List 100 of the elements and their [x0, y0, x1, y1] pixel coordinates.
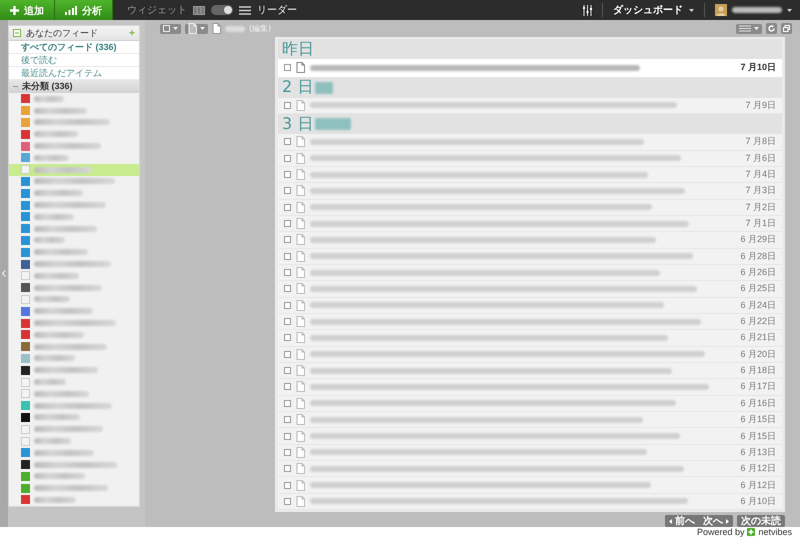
refresh-button[interactable] — [766, 23, 777, 34]
row-checkbox[interactable] — [284, 318, 291, 326]
blurred-text — [225, 26, 245, 32]
row-checkbox[interactable] — [284, 171, 291, 178]
add-button[interactable]: 追加 — [0, 0, 55, 21]
chevron-left-icon — [669, 518, 672, 524]
article-row[interactable]: 7 月4日 — [278, 166, 782, 184]
article-row[interactable]: 6 月12日 — [278, 477, 782, 494]
article-row[interactable]: 7 月9日 — [278, 98, 782, 114]
powered-by-text: Powered by — [696, 527, 744, 537]
article-row[interactable]: 6 月21日 — [278, 330, 782, 347]
article-row[interactable]: 6 月20日 — [278, 346, 782, 363]
sidebar-link[interactable]: すべてのフィード (336) — [9, 41, 139, 54]
analyze-button[interactable]: 分析 — [55, 0, 113, 21]
blurred-text — [34, 496, 76, 503]
article-row[interactable]: 7 月10日 — [278, 59, 782, 78]
row-checkbox[interactable] — [284, 236, 291, 244]
row-checkbox[interactable] — [284, 465, 291, 472]
article-date: 7 月1日 — [745, 217, 776, 230]
article-date: 6 月12日 — [740, 462, 776, 476]
document-icon — [296, 414, 305, 426]
blurred-text — [34, 379, 66, 386]
date-heading: 2 日 — [282, 77, 314, 98]
row-checkbox[interactable] — [284, 350, 291, 358]
article-row[interactable]: 6 月22日 — [278, 314, 782, 330]
article-row[interactable]: 7 月6日 — [278, 150, 782, 167]
caret-icon — [754, 27, 759, 30]
sliders-icon[interactable] — [583, 4, 592, 16]
view-dropdown[interactable] — [736, 24, 762, 34]
next-unread-button[interactable]: 次の未読 — [737, 515, 785, 527]
row-checkbox[interactable] — [284, 269, 291, 276]
article-date: 6 月26日 — [740, 266, 776, 280]
row-checkbox[interactable] — [284, 252, 291, 260]
blurred-text — [34, 108, 87, 114]
row-checkbox[interactable] — [284, 102, 291, 109]
document-icon — [296, 496, 305, 507]
article-row[interactable]: 6 月28日 — [278, 248, 782, 265]
row-checkbox[interactable] — [284, 416, 291, 424]
article-date: 6 月16日 — [740, 396, 776, 410]
row-checkbox[interactable] — [284, 367, 291, 374]
document-icon — [296, 446, 305, 458]
document-icon — [296, 234, 305, 246]
article-date: 6 月12日 — [740, 478, 776, 492]
view-toggle[interactable] — [211, 5, 233, 15]
row-checkbox[interactable] — [284, 64, 291, 72]
blurred-text — [34, 308, 93, 314]
refresh-icon — [768, 25, 775, 32]
document-icon — [296, 348, 305, 360]
window-button[interactable] — [781, 23, 792, 34]
article-row[interactable]: 6 月26日 — [278, 264, 782, 282]
category-row[interactable]: 未分類 (336) — [9, 80, 139, 93]
article-row[interactable]: 6 月25日 — [278, 281, 782, 298]
select-dropdown[interactable] — [160, 24, 181, 34]
row-checkbox[interactable] — [284, 302, 291, 309]
caret-icon[interactable] — [787, 8, 792, 12]
row-checkbox[interactable] — [284, 400, 291, 407]
row-checkbox[interactable] — [284, 448, 291, 456]
article-date: 6 月21日 — [740, 331, 776, 344]
article-row[interactable]: 7 月2日 — [278, 200, 782, 216]
sidebar-link[interactable]: 最近読んだアイテム — [9, 67, 139, 80]
bar-chart-icon — [65, 6, 77, 15]
blurred-text — [34, 154, 69, 161]
article-row[interactable]: 6 月12日 — [278, 461, 782, 478]
mark-dropdown[interactable] — [185, 24, 208, 34]
row-checkbox[interactable] — [284, 138, 291, 146]
article-row[interactable]: 6 月10日 — [278, 494, 782, 510]
blurred-text — [34, 367, 98, 374]
row-checkbox[interactable] — [284, 285, 291, 292]
article-row[interactable]: 7 月3日 — [278, 183, 782, 200]
row-checkbox[interactable] — [284, 498, 291, 505]
article-row[interactable]: 6 月15日 — [278, 412, 782, 428]
reader-label[interactable]: リーダー — [257, 3, 297, 17]
row-checkbox[interactable] — [284, 383, 291, 390]
row-checkbox[interactable] — [284, 482, 291, 489]
sidebar-link[interactable]: 後で読む — [9, 54, 139, 67]
collapse-box-icon[interactable] — [13, 29, 21, 37]
article-row[interactable]: 6 月18日 — [278, 362, 782, 380]
row-checkbox[interactable] — [284, 220, 291, 228]
row-checkbox[interactable] — [284, 204, 291, 211]
document-icon — [212, 23, 221, 34]
row-checkbox[interactable] — [284, 334, 291, 342]
article-row[interactable]: 6 月16日 — [278, 396, 782, 412]
article-row[interactable]: 6 月13日 — [278, 444, 782, 462]
grid-icon[interactable] — [193, 6, 205, 14]
list-icon[interactable] — [239, 6, 251, 14]
article-date: 7 月3日 — [745, 184, 776, 198]
row-checkbox[interactable] — [284, 432, 291, 440]
article-row[interactable]: 6 月29日 — [278, 232, 782, 249]
article-row[interactable]: 7 月1日 — [278, 216, 782, 232]
row-checkbox[interactable] — [284, 187, 291, 194]
article-row[interactable]: 6 月17日 — [278, 379, 782, 396]
article-row[interactable]: 6 月24日 — [278, 298, 782, 314]
row-checkbox[interactable] — [284, 154, 291, 162]
blurred-text — [34, 414, 80, 420]
document-icon — [296, 267, 305, 278]
article-date: 7 月6日 — [745, 152, 776, 165]
article-row[interactable]: 7 月8日 — [278, 134, 782, 150]
avatar-icon[interactable] — [715, 4, 727, 16]
article-row[interactable]: 6 月15日 — [278, 428, 782, 445]
dashboard-menu[interactable]: ダッシュボード — [613, 3, 694, 17]
